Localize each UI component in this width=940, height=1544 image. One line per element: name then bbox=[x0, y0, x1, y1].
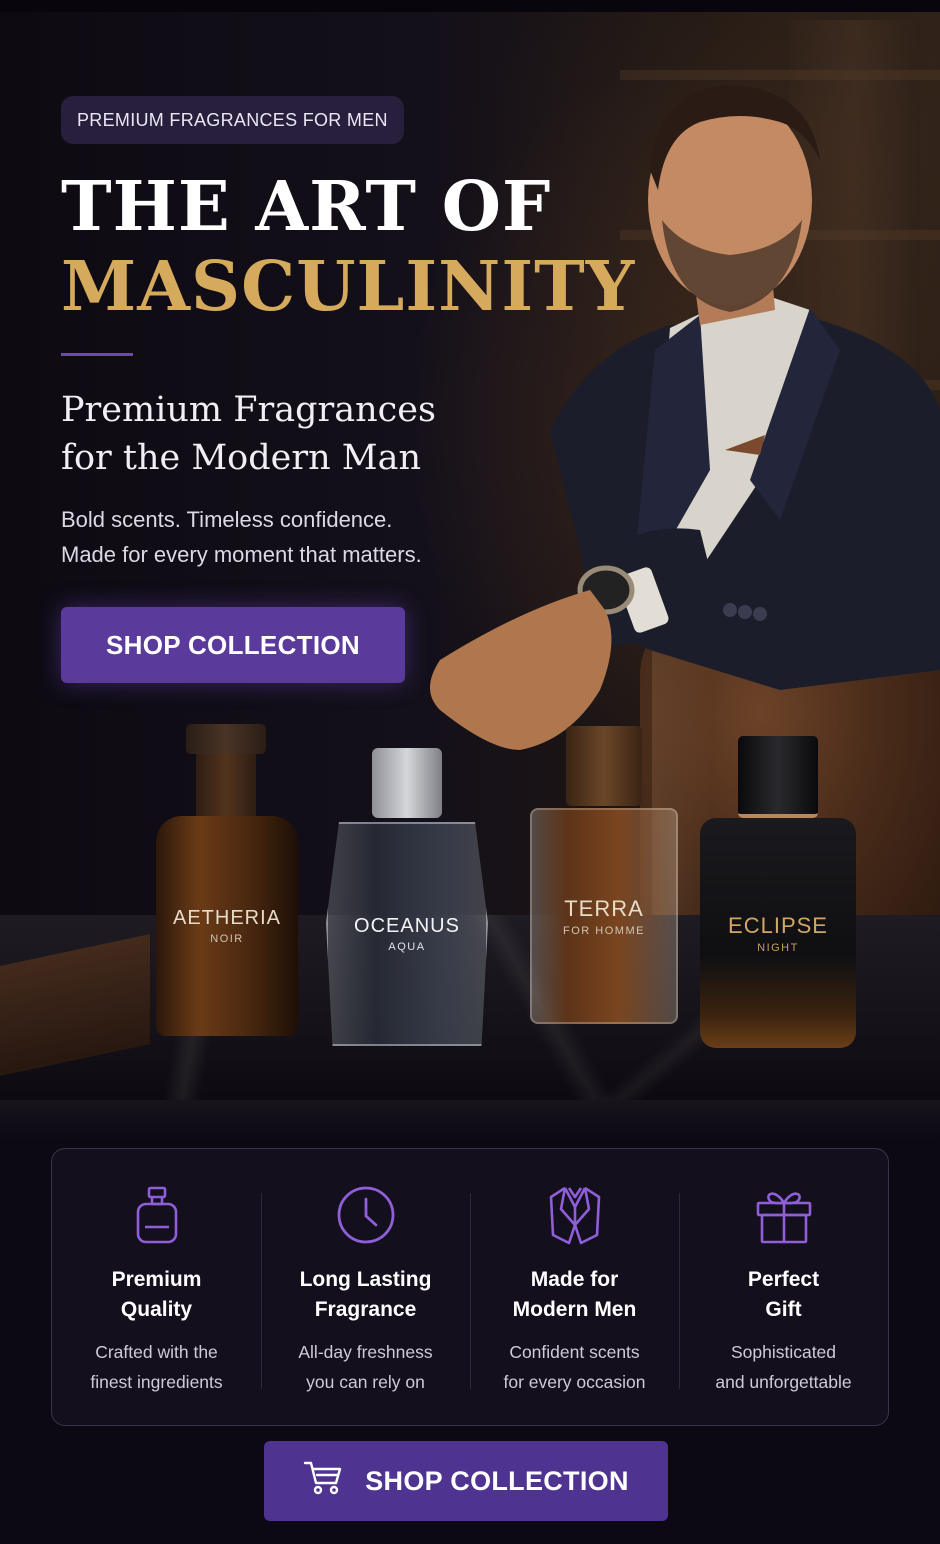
bottle-cap bbox=[186, 724, 266, 754]
subtitle-line2: for the Modern Man bbox=[61, 438, 421, 478]
feature-perfect-gift: Perfect Gift Sophisticated and unforgett… bbox=[679, 1149, 888, 1425]
feature-description: All-day freshness you can rely on bbox=[276, 1337, 456, 1397]
product-bottle-aetheria[interactable]: AETHERIA NOIR bbox=[156, 724, 298, 1036]
product-bottle-oceanus[interactable]: OCEANUS AQUA bbox=[326, 748, 488, 1046]
feature-title-line2: Quality bbox=[120, 1298, 193, 1321]
hero-subtitle: Premium Fragrances for the Modern Man bbox=[61, 386, 481, 482]
gift-icon bbox=[752, 1183, 816, 1247]
feature-long-lasting: Long Lasting Fragrance All-day freshness… bbox=[261, 1149, 470, 1425]
category-badge-label: PREMIUM FRAGRANCES FOR MEN bbox=[77, 109, 388, 130]
bottle-body: TERRA FOR HOMME bbox=[530, 808, 678, 1024]
shop-collection-bottom-button[interactable]: SHOP COLLECTION bbox=[264, 1441, 668, 1521]
bottle-label-sub: NIGHT bbox=[757, 941, 799, 954]
category-badge: PREMIUM FRAGRANCES FOR MEN bbox=[61, 96, 404, 144]
tagline-line2: Made for every moment that matters. bbox=[61, 542, 422, 567]
headline-line2: MASCULINITY bbox=[61, 247, 636, 327]
feature-desc-line2: finest ingredients bbox=[90, 1372, 223, 1392]
bottle-cap bbox=[566, 726, 642, 806]
tagline-line1: Bold scents. Timeless confidence. bbox=[61, 507, 393, 532]
feature-modern-men: Made for Modern Men Confident scents for… bbox=[470, 1149, 679, 1425]
feature-title-line1: Made for bbox=[530, 1268, 619, 1291]
table-edge bbox=[0, 1100, 940, 1140]
headline-line1: THE ART OF bbox=[61, 167, 552, 247]
feature-desc-line1: Confident scents bbox=[509, 1342, 640, 1362]
feature-title-line2: Modern Men bbox=[512, 1298, 637, 1321]
bottle-label-name: OCEANUS bbox=[354, 915, 460, 937]
bottle-label-name: ECLIPSE bbox=[728, 912, 828, 938]
bottle-cap bbox=[372, 748, 442, 818]
feature-title: Premium Quality bbox=[72, 1265, 242, 1325]
product-bottle-terra[interactable]: TERRA FOR HOMME bbox=[530, 726, 678, 1024]
bottle-neck bbox=[196, 754, 256, 816]
bottle-label-sub: FOR HOMME bbox=[563, 924, 645, 937]
feature-title-line1: Perfect bbox=[747, 1268, 820, 1291]
perfume-bottle-icon bbox=[125, 1183, 189, 1247]
feature-desc-line1: Crafted with the bbox=[95, 1342, 218, 1362]
feature-title-line2: Fragrance bbox=[314, 1298, 417, 1321]
feature-desc-line2: for every occasion bbox=[503, 1372, 646, 1392]
bottle-label-name: AETHERIA bbox=[172, 907, 282, 929]
feature-desc-line1: All-day freshness bbox=[298, 1342, 433, 1362]
headline-divider bbox=[61, 353, 133, 356]
hero-tagline: Bold scents. Timeless confidence. Made f… bbox=[61, 502, 501, 572]
shop-collection-bottom-label: SHOP COLLECTION bbox=[365, 1465, 629, 1496]
features-panel: Premium Quality Crafted with the finest … bbox=[51, 1148, 889, 1426]
shop-collection-button[interactable]: SHOP COLLECTION bbox=[61, 607, 405, 683]
bottle-body: OCEANUS AQUA bbox=[326, 822, 488, 1046]
bottle-label-name: TERRA bbox=[564, 895, 644, 921]
bottle-body: AETHERIA NOIR bbox=[156, 816, 298, 1036]
suit-icon bbox=[543, 1183, 607, 1247]
feature-desc-line2: you can rely on bbox=[306, 1372, 425, 1392]
feature-title: Long Lasting Fragrance bbox=[281, 1265, 451, 1325]
product-bottle-eclipse[interactable]: ECLIPSE NIGHT bbox=[700, 736, 856, 1048]
bottle-label-sub: NOIR bbox=[210, 933, 244, 945]
feature-desc-line2: and unforgettable bbox=[715, 1372, 852, 1392]
feature-title-line1: Long Lasting bbox=[299, 1268, 432, 1291]
feature-description: Sophisticated and unforgettable bbox=[694, 1337, 874, 1397]
hero-banner: PREMIUM FRAGRANCES FOR MEN THE ART OF MA… bbox=[0, 0, 940, 1140]
feature-description: Confident scents for every occasion bbox=[485, 1337, 665, 1397]
shopping-cart-icon bbox=[303, 1460, 343, 1503]
feature-title-line1: Premium bbox=[111, 1268, 202, 1291]
bottle-body: ECLIPSE NIGHT bbox=[700, 818, 856, 1048]
top-divider bbox=[0, 0, 940, 12]
bottle-label-sub: AQUA bbox=[388, 941, 426, 953]
subtitle-line1: Premium Fragrances bbox=[61, 390, 436, 430]
feature-premium-quality: Premium Quality Crafted with the finest … bbox=[52, 1149, 261, 1425]
bottle-cap bbox=[738, 736, 818, 818]
feature-title: Perfect Gift bbox=[699, 1265, 869, 1325]
feature-description: Crafted with the finest ingredients bbox=[67, 1337, 247, 1397]
feature-title: Made for Modern Men bbox=[490, 1265, 660, 1325]
feature-title-line2: Gift bbox=[765, 1298, 802, 1321]
model-photo bbox=[430, 85, 940, 750]
feature-desc-line1: Sophisticated bbox=[730, 1342, 837, 1362]
clock-icon bbox=[334, 1183, 398, 1247]
